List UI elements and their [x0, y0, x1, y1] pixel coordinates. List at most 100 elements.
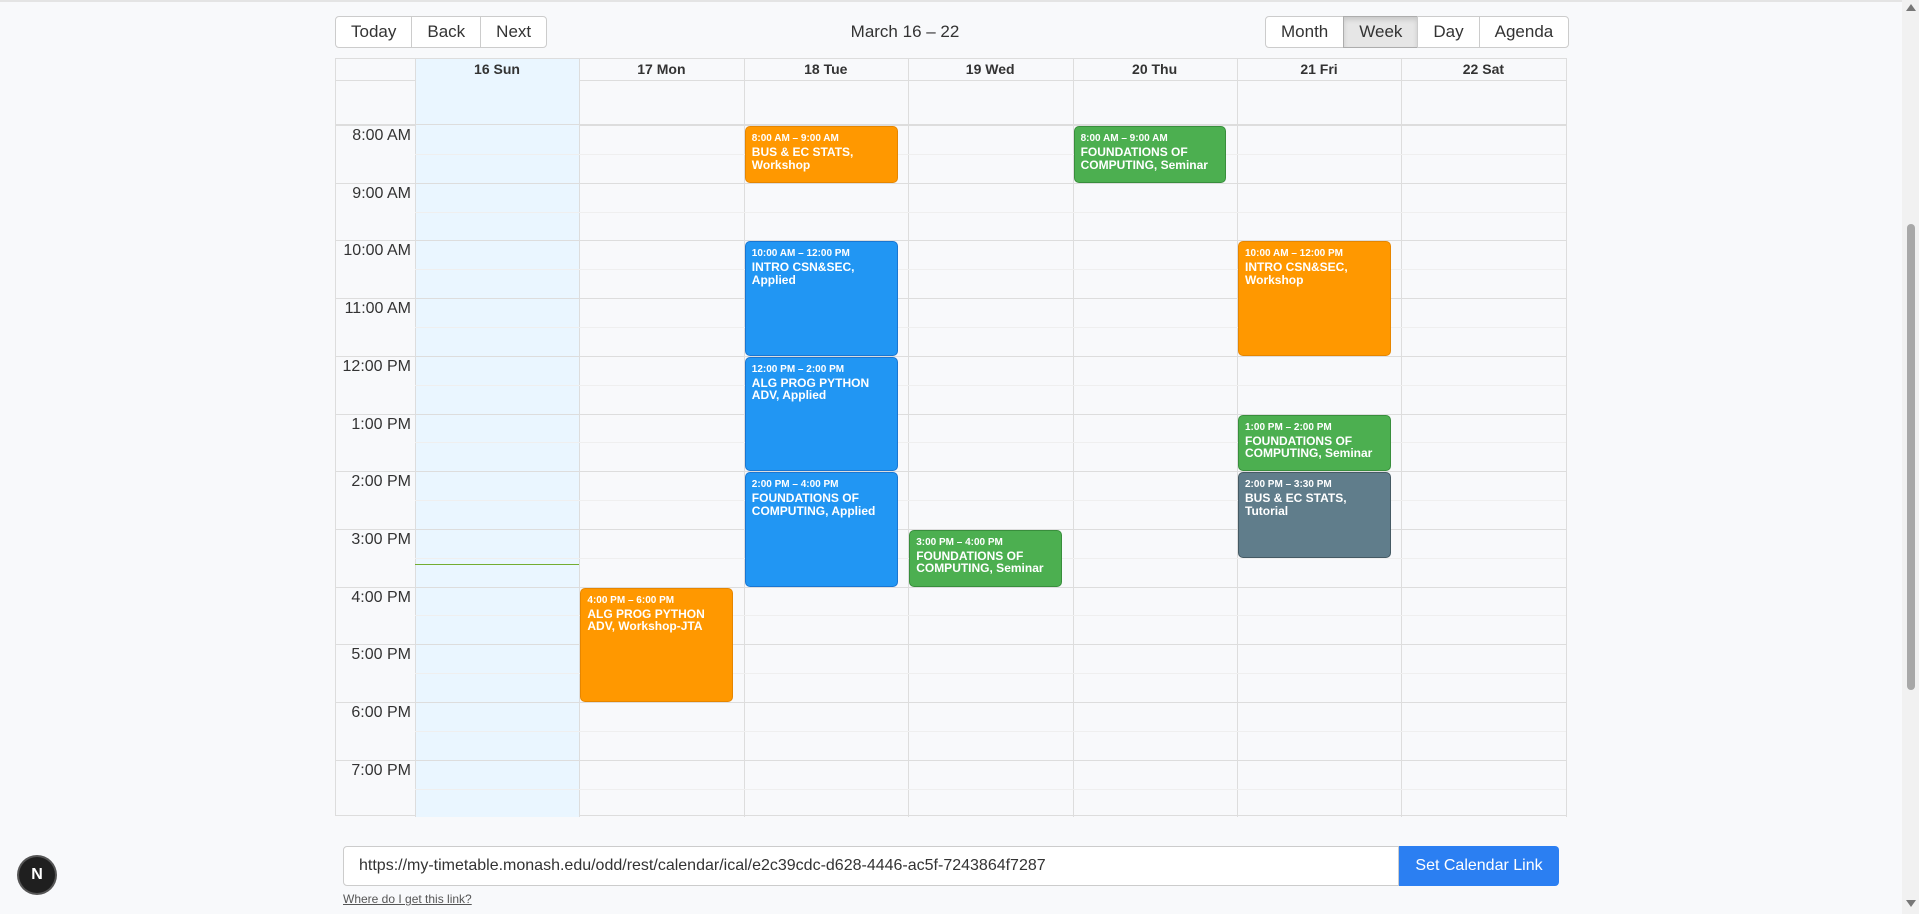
page-scrollbar[interactable] [1902, 0, 1919, 914]
nav-button-group: Today Back Next [335, 16, 548, 48]
n-badge-icon[interactable]: N [19, 857, 55, 893]
event-title: INTRO CSN&SEC, Applied [751, 260, 855, 287]
calendar-event[interactable]: 8:00 AM – 9:00 AM BUS & EC STATS, Worksho… [744, 126, 898, 183]
event-title: ALG PROG PYTHON ADV, Applied [751, 375, 870, 403]
today-button[interactable]: Today [335, 16, 413, 48]
hour-divider [336, 182, 1566, 184]
event-title: BUS & EC STATS, Workshop [751, 145, 854, 172]
calendar-event[interactable]: 12:00 PM – 2:00 PM ALG PROG PYTHON ADV, A… [744, 356, 898, 472]
event-title: FOUNDATIONS OF COMPUTING, Seminar [1080, 145, 1208, 172]
column-divider [415, 80, 416, 124]
half-hour-divider [415, 153, 1566, 155]
day-header[interactable]: 19 Wed [908, 59, 1072, 79]
time-slot-label: 2:00 PM [351, 473, 411, 491]
event-time: 2:00 PM – 4:00 PM [751, 479, 839, 491]
scrollbar-thumb[interactable] [1907, 224, 1915, 690]
half-hour-divider [415, 788, 1566, 790]
event-time: 8:00 AM – 9:00 AM [1080, 133, 1168, 144]
back-button[interactable]: Back [411, 16, 482, 48]
half-hour-divider [415, 211, 1566, 213]
event-time: 8:00 AM – 9:00 AM [751, 133, 839, 144]
time-slot-label: 9:00 AM [352, 184, 411, 202]
column-divider [415, 59, 416, 80]
link-help-link[interactable]: Where do I get this link? [343, 892, 472, 906]
hour-divider [336, 702, 1566, 703]
hour-divider [336, 586, 1566, 588]
event-time: 10:00 AM – 12:00 PM [751, 248, 850, 260]
column-divider [908, 80, 910, 124]
event-time: 4:00 PM – 6:00 PM [587, 594, 675, 606]
column-divider [579, 80, 581, 124]
scroll-up-arrow-icon[interactable] [1906, 4, 1916, 11]
column-divider [743, 59, 745, 80]
column-divider [1565, 80, 1567, 124]
calendar-event[interactable]: 10:00 AM – 12:00 PM INTRO CSN&SEC, Applie… [744, 241, 898, 356]
day-header[interactable]: 17 Mon [579, 59, 743, 79]
calendar-link-input[interactable] [343, 846, 1399, 886]
time-slot-label: 3:00 PM [351, 530, 411, 548]
time-grid[interactable]: 8:00 AM 9:00 AM 10:00 AM 11:00 AM 12:00 PM 1:… [336, 125, 1567, 817]
view-day-button[interactable]: Day [1417, 16, 1480, 48]
week-calendar: 16 Sun 17 Mon 18 Tue 19 Wed 20 Thu 21 Fri 22 S… [335, 58, 1567, 817]
event-title: ALG PROG PYTHON ADV, Workshop-JTA [587, 606, 705, 634]
event-time: 1:00 PM – 2:00 PM [1245, 421, 1332, 433]
event-time: 2:00 PM – 3:30 PM [1245, 479, 1332, 491]
view-agenda-button[interactable]: Agenda [1478, 16, 1570, 48]
column-divider [1072, 80, 1074, 124]
event-time: 3:00 PM – 4:00 PM [916, 536, 1003, 548]
event-title: FOUNDATIONS OF COMPUTING, Seminar [916, 548, 1044, 576]
event-title: INTRO CSN&SEC, Workshop [1245, 260, 1348, 287]
time-slot-label: 1:00 PM [351, 415, 411, 433]
view-week-button[interactable]: Week [1343, 16, 1419, 48]
time-slot-label: 10:00 AM [343, 242, 411, 260]
set-calendar-link-button[interactable]: Set Calendar Link [1399, 846, 1559, 886]
time-slot-label: 6:00 PM [351, 704, 411, 721]
half-hour-divider [415, 500, 1566, 502]
calendar-event[interactable]: 3:00 PM – 4:00 PM FOUNDATIONS OF COMPUTIN… [909, 529, 1063, 587]
column-divider [1237, 59, 1238, 80]
calendar-event[interactable]: 8:00 AM – 9:00 AM FOUNDATIONS OF COMPUTIN… [1073, 126, 1227, 183]
event-title: FOUNDATIONS OF COMPUTING, Applied [751, 491, 876, 518]
time-slot-label: 12:00 PM [342, 357, 411, 375]
view-month-button[interactable]: Month [1265, 16, 1345, 48]
calendar-event[interactable]: 1:00 PM – 2:00 PM FOUNDATIONS OF COMPUTIN… [1238, 414, 1391, 472]
current-time-indicator [415, 563, 580, 565]
calendar-event[interactable]: 10:00 AM – 12:00 PM INTRO CSN&SEC, Worksh… [1238, 241, 1391, 356]
hour-divider [336, 759, 1566, 761]
time-slot-label: 11:00 AM [344, 300, 411, 318]
half-hour-divider [415, 269, 1566, 271]
column-divider [579, 59, 581, 80]
day-header[interactable]: 22 Sat [1401, 59, 1565, 79]
event-time: 10:00 AM – 12:00 PM [1245, 248, 1344, 260]
half-hour-divider [415, 384, 1566, 386]
event-title: BUS & EC STATS, Tutorial [1245, 491, 1347, 518]
column-divider [1237, 80, 1238, 124]
time-slot-label: 4:00 PM [351, 588, 411, 606]
column-divider [1401, 59, 1403, 80]
week-range-label: March 16 – 22 [850, 22, 960, 41]
day-header-row: 16 Sun 17 Mon 18 Tue 19 Wed 20 Thu 21 Fri 22 S… [336, 59, 1567, 81]
hour-divider [336, 644, 1566, 646]
time-slot-label: 7:00 PM [351, 761, 411, 779]
day-header[interactable]: 16 Sun [415, 59, 579, 79]
today-column-highlight [415, 80, 580, 124]
day-header[interactable]: 21 Fri [1237, 59, 1401, 79]
calendar-page: Today Back Next March 16 – 22 Month Week… [0, 0, 1902, 914]
next-button[interactable]: Next [480, 16, 548, 48]
half-hour-divider [415, 730, 1566, 732]
day-header[interactable]: 18 Tue [744, 59, 908, 79]
half-hour-divider [415, 442, 1566, 444]
calendar-event[interactable]: 4:00 PM – 6:00 PM ALG PROG PYTHON ADV, Wo… [580, 587, 734, 702]
column-divider [1072, 59, 1074, 80]
event-time: 12:00 PM – 2:00 PM [751, 363, 845, 375]
view-button-group: Month Week Day Agenda [1265, 16, 1570, 48]
time-slot-label: 8:00 AM [352, 127, 411, 144]
column-divider [1401, 80, 1403, 124]
calendar-event[interactable]: 2:00 PM – 3:30 PM BUS & EC STATS, Tutoria… [1238, 472, 1391, 558]
day-header[interactable]: 20 Thu [1073, 59, 1237, 79]
column-divider [1565, 59, 1567, 80]
time-slot-label: 5:00 PM [351, 646, 411, 664]
all-day-row[interactable] [336, 80, 1567, 126]
calendar-event[interactable]: 2:00 PM – 4:00 PM FOUNDATIONS OF COMPUTIN… [744, 472, 898, 587]
scroll-down-arrow-icon[interactable] [1906, 900, 1916, 907]
